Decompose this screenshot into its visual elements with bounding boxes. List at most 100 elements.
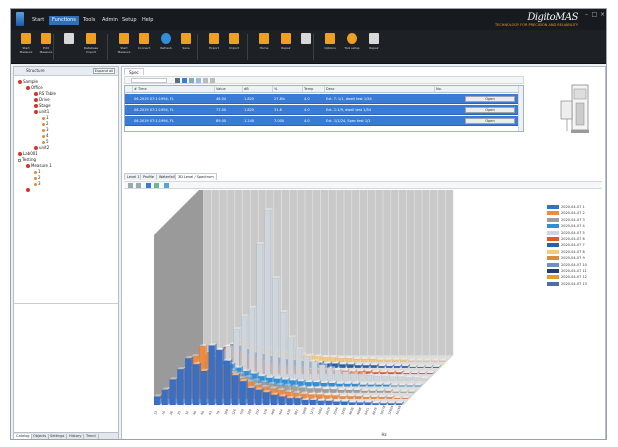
tab-3d-spectrum[interactable]: 3D Level / Spectrum	[175, 173, 217, 180]
ribbon-button-tool-setup[interactable]: Tool setup	[343, 33, 361, 63]
grid-icon[interactable]	[175, 78, 180, 83]
menu-setup[interactable]: Setup	[119, 16, 140, 25]
chart-bar	[375, 384, 382, 387]
chart-bar	[356, 402, 363, 406]
maximize-icon[interactable]: □	[591, 11, 598, 18]
menu-functions[interactable]: Functions	[49, 16, 79, 25]
x-tick-label: 1602	[317, 407, 323, 416]
header-db[interactable]: dB	[243, 86, 273, 92]
header-no[interactable]: No.	[435, 86, 519, 92]
export-icon[interactable]	[196, 78, 201, 83]
filter-input[interactable]	[131, 78, 167, 83]
ribbon-button-home[interactable]: Home	[255, 33, 273, 63]
chart-bar	[341, 401, 348, 406]
image-icon[interactable]	[164, 183, 169, 188]
x-tick-label: 200	[247, 409, 253, 416]
ribbon-button-refresh[interactable]: Refresh	[157, 33, 175, 63]
x-tick-label: 4038	[348, 407, 354, 416]
table-row[interactable]: 06-2019 07:1:1994, FL 77.00 1.820 31.8 4…	[125, 105, 523, 115]
chart-bar	[177, 369, 184, 406]
pan-icon[interactable]	[136, 183, 141, 188]
legend-entry[interactable]: 2020-04-07 13	[547, 281, 606, 287]
chart-bar	[400, 359, 407, 362]
header-time[interactable]: # Time	[133, 86, 215, 92]
document-tab[interactable]: Spec	[124, 68, 144, 75]
ribbon-button-database-import[interactable]: Database Import	[82, 33, 100, 63]
ribbon-button-save[interactable]: Save	[177, 33, 195, 63]
menu-help[interactable]: Help	[139, 16, 156, 25]
chart-bar	[376, 390, 383, 393]
ribbon-button-label: Start Measure	[117, 46, 131, 54]
expand-all-button[interactable]: Expand all	[93, 68, 115, 74]
header-temp[interactable]: Temp	[303, 86, 325, 92]
table-row[interactable]: 06-2019 07:1:1994, FL 48.04 1.820 27.8% …	[125, 94, 523, 104]
open-button[interactable]: Open	[465, 107, 515, 113]
close-icon[interactable]: ×	[599, 11, 606, 18]
table-scrollbar[interactable]	[518, 86, 523, 131]
app-logo-icon	[16, 12, 24, 26]
ribbon-button-connect[interactable]: Connect	[135, 33, 153, 63]
chart-bar	[361, 358, 368, 362]
chart-bar	[192, 364, 199, 406]
ribbon-button-export[interactable]: Export	[205, 33, 223, 63]
tab-history[interactable]: History	[67, 434, 85, 439]
header-pct[interactable]: %	[273, 86, 303, 92]
app-window: Start Functions Tools Admin Setup Help D…	[10, 8, 607, 440]
menu-start[interactable]: Start	[29, 16, 47, 25]
magnifier-icon	[325, 33, 335, 44]
node-status-icon	[26, 188, 30, 192]
x-tick-label: 3205	[340, 407, 346, 416]
chart-bar	[380, 403, 387, 406]
tree-node-label: 2	[38, 175, 41, 180]
chart-bar	[330, 389, 337, 393]
header-value[interactable]: Value	[215, 86, 243, 92]
tab-profile[interactable]: Profile	[140, 173, 157, 180]
node-status-icon	[26, 164, 30, 168]
x-tick-label: 8078	[372, 407, 378, 416]
legend-swatch	[547, 256, 559, 261]
x-tick-label: 16	[161, 410, 166, 415]
brand-tagline: TECHNOLOGY FOR PRECISION AND RELIABILITY	[495, 23, 578, 27]
ribbon-button-start-measure[interactable]: Start Measure	[17, 33, 35, 63]
chart-bar	[153, 396, 160, 406]
open-button[interactable]: Open	[465, 96, 515, 102]
remove-icon[interactable]	[210, 78, 215, 83]
node-status-icon	[34, 176, 37, 180]
add-icon[interactable]	[203, 78, 208, 83]
checkbox-icon[interactable]	[146, 183, 151, 188]
ribbon-button-options[interactable]: Options	[321, 33, 339, 63]
ribbon-separator	[107, 34, 108, 60]
ribbon-button-import[interactable]: Import	[225, 33, 243, 63]
chart-bar	[323, 395, 330, 399]
table-icon[interactable]	[182, 78, 187, 83]
zoom-icon[interactable]	[128, 183, 133, 188]
tab-objects[interactable]: Objects	[31, 434, 50, 439]
chart-bar	[395, 403, 402, 406]
ribbon-button-repair[interactable]: Repair	[365, 33, 383, 63]
chart-bar	[386, 396, 393, 399]
chart-bar	[345, 358, 352, 362]
tab-catalog[interactable]: Catalog	[14, 434, 33, 439]
minimize-icon[interactable]: –	[583, 11, 590, 18]
table-row[interactable]: 06-2019 07:1:1994, FL 89.00 1.240 7.000 …	[125, 116, 523, 126]
x-tick-label: 50	[200, 410, 205, 415]
chart-legend: 2020-04-07 1 2020-04-07 2 2020-04-07 3 2020…	[547, 204, 606, 287]
tree-node[interactable]	[26, 187, 31, 193]
open-button[interactable]: Open	[465, 118, 515, 124]
options-icon[interactable]	[154, 183, 159, 188]
tab-trend[interactable]: Trend	[84, 434, 99, 439]
tab-settings[interactable]: Settings	[48, 434, 68, 439]
x-tick-label: 16158	[395, 405, 402, 415]
tree-node[interactable]: 3	[34, 181, 41, 187]
ribbon-button-repair[interactable]: Repair	[277, 33, 295, 63]
chart-bar	[314, 388, 321, 393]
ribbon-button-start-measure[interactable]: Start Measure	[115, 33, 133, 63]
import-icon	[229, 33, 239, 44]
chart-bar	[384, 359, 391, 362]
menu-tools[interactable]: Tools	[80, 16, 98, 25]
header-desc[interactable]: Desc	[325, 86, 435, 92]
filter-icon[interactable]	[189, 78, 194, 83]
ribbon-button-gear[interactable]	[60, 33, 78, 63]
chart-bar	[331, 395, 338, 399]
menu-admin[interactable]: Admin	[99, 16, 121, 25]
